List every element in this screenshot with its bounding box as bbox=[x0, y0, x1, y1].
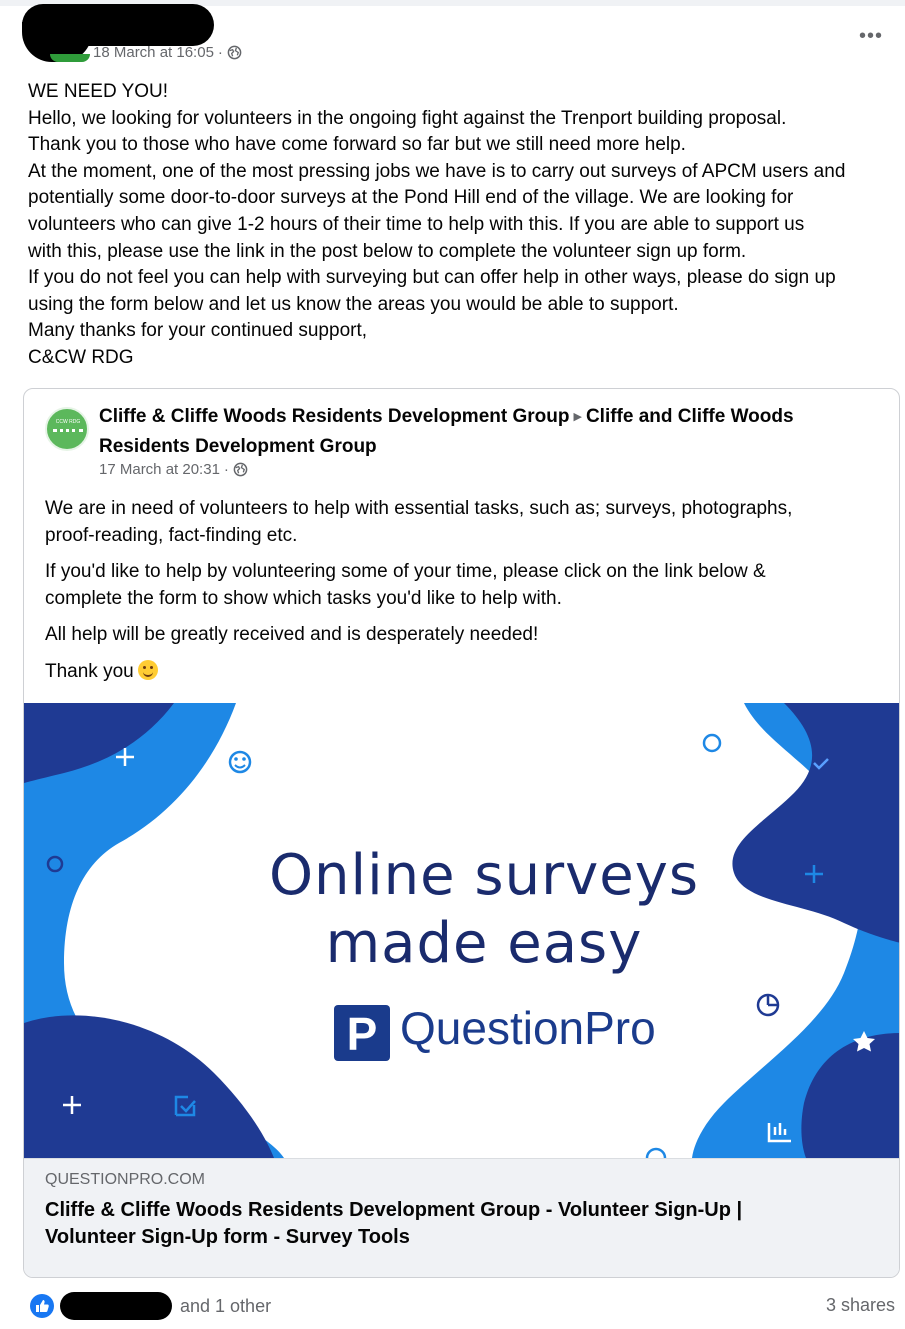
globe-icon[interactable] bbox=[227, 45, 242, 60]
shared-author-link[interactable]: Cliffe & Cliffe Woods Residents Developm… bbox=[99, 406, 569, 427]
post-line: with this, please use the link in the po… bbox=[28, 240, 747, 262]
shared-post-card[interactable]: CCW RDG Cliffe & Cliffe Woods Residents … bbox=[23, 388, 900, 1278]
link-preview-image[interactable]: Online surveys made easy P QuestionPro bbox=[24, 703, 899, 1158]
post-line: C&CW RDG bbox=[28, 346, 134, 368]
link-title[interactable]: Cliffe & Cliffe Woods Residents Developm… bbox=[45, 1197, 865, 1251]
separator-dot: · bbox=[217, 44, 223, 61]
more-options-button[interactable]: ••• bbox=[856, 26, 886, 50]
shared-line: We are in need of volunteers to help wit… bbox=[45, 498, 793, 519]
shares-count[interactable]: 3 shares bbox=[826, 1295, 895, 1316]
banner-headline-line2: made easy bbox=[325, 911, 643, 976]
shared-line: If you'd like to help by volunteering so… bbox=[45, 561, 766, 583]
shared-paragraph: If you'd like to help by volunteering so… bbox=[45, 559, 865, 612]
shared-post-timestamp[interactable]: 17 March at 20:31 · bbox=[99, 461, 248, 478]
shared-line: proof-reading, fact-finding etc. bbox=[45, 524, 298, 546]
globe-icon[interactable] bbox=[233, 462, 248, 477]
post-timestamp[interactable]: 18 March at 16:05 · bbox=[93, 44, 242, 61]
post-line: WE NEED YOU! bbox=[28, 81, 169, 102]
group-avatar-lettering: CCW RDG bbox=[55, 419, 81, 425]
reactions-summary[interactable]: and 1 other bbox=[30, 1290, 271, 1322]
redacted-reactor-name bbox=[60, 1292, 172, 1320]
like-icon bbox=[30, 1294, 54, 1318]
redacted-author-name[interactable] bbox=[22, 4, 214, 46]
post-line: Hello, we looking for volunteers in the … bbox=[28, 107, 787, 129]
shared-target-link-line1[interactable]: Cliffe and Cliffe Woods bbox=[586, 406, 794, 427]
separator-dot: · bbox=[223, 461, 229, 478]
avatar-edge bbox=[50, 54, 90, 62]
post-line: If you do not feel you can help with sur… bbox=[28, 267, 836, 289]
post-line: Thank you to those who have come forward… bbox=[28, 134, 686, 156]
brand-name: QuestionPro bbox=[400, 1002, 656, 1054]
post-body: WE NEED YOU! Hello, we looking for volun… bbox=[28, 79, 898, 372]
post-line: Many thanks for your continued support, bbox=[28, 320, 368, 342]
shared-line: All help will be greatly received and is… bbox=[45, 624, 539, 646]
shared-post-body: We are in need of volunteers to help wit… bbox=[45, 496, 865, 696]
post-line: volunteers who can give 1-2 hours of the… bbox=[28, 213, 805, 235]
thanks-text: Thank you bbox=[45, 660, 134, 682]
link-title-line2: Volunteer Sign-Up form - Survey Tools bbox=[45, 1226, 410, 1248]
smiling-face-icon bbox=[137, 659, 158, 680]
post-line: using the form below and let us know the… bbox=[28, 293, 679, 315]
shared-paragraph: We are in need of volunteers to help wit… bbox=[45, 496, 865, 549]
group-avatar[interactable]: CCW RDG bbox=[45, 407, 89, 451]
link-domain: QUESTIONPRO.COM bbox=[45, 1171, 206, 1188]
shared-paragraph: All help will be greatly received and is… bbox=[45, 622, 865, 649]
logo-letter: P bbox=[346, 1008, 378, 1060]
facebook-post: 18 March at 16:05 · ••• WE NEED YOU! Hel… bbox=[0, 0, 905, 1329]
shared-target-link-line2[interactable]: Residents Development Group bbox=[99, 436, 377, 457]
questionpro-logo-icon: P bbox=[334, 1005, 390, 1061]
group-avatar-trees bbox=[53, 426, 83, 432]
post-line: At the moment, one of the most pressing … bbox=[28, 160, 846, 182]
banner-headline-line1: Online surveys bbox=[268, 843, 700, 908]
shared-line: complete the form to show which tasks yo… bbox=[45, 587, 562, 609]
caret-right-icon: ▶ bbox=[573, 411, 582, 423]
reactors-text[interactable]: and 1 other bbox=[180, 1296, 271, 1317]
link-preview-info[interactable]: QUESTIONPRO.COM Cliffe & Cliffe Woods Re… bbox=[24, 1158, 899, 1277]
shared-paragraph: Thank you bbox=[45, 659, 865, 686]
post-line: potentially some door-to-door surveys at… bbox=[28, 187, 794, 209]
link-title-line1: Cliffe & Cliffe Woods Residents Developm… bbox=[45, 1199, 743, 1221]
post-timestamp-text[interactable]: 18 March at 16:05 bbox=[93, 44, 214, 61]
shared-post-header: Cliffe & Cliffe Woods Residents Developm… bbox=[99, 403, 859, 460]
shared-timestamp-text[interactable]: 17 March at 20:31 bbox=[99, 461, 220, 478]
